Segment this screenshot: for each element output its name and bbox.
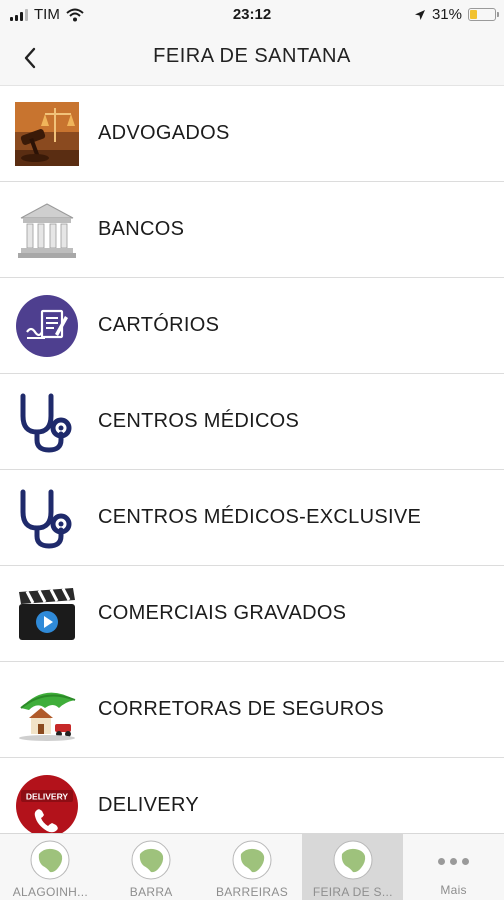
more-dots-icon <box>438 852 470 870</box>
list-item-label: CENTROS MÉDICOS <box>98 410 300 432</box>
brazil-map-icon <box>30 840 70 880</box>
insurance-umbrella-house-icon <box>15 678 79 742</box>
tab-barreiras[interactable]: BARREIRAS <box>202 834 303 900</box>
list-item-bancos[interactable]: BANCOS <box>0 182 504 278</box>
list-item-label: ADVOGADOS <box>98 122 230 144</box>
list-item-label: BANCOS <box>98 218 185 240</box>
tab-feira-de-santana[interactable]: FEIRA DE S... <box>302 834 404 900</box>
list-item-advogados[interactable]: ADVOGADOS <box>0 86 504 182</box>
brazil-map-icon <box>333 840 373 880</box>
list-item-corretoras-de-seguros[interactable]: CORRETORAS DE SEGUROS <box>0 662 504 758</box>
brazil-map-icon <box>232 840 272 880</box>
tab-label: Mais <box>440 883 467 897</box>
list-item-comerciais-gravados[interactable]: COMERCIAIS GRAVADOS <box>0 566 504 662</box>
tab-bar: ALAGOINH... BARRA BARREIRAS FEIRA DE S..… <box>0 833 504 900</box>
list-item-label: CENTROS MÉDICOS-EXCLUSIVE <box>98 506 422 528</box>
notary-document-icon <box>15 294 79 358</box>
list-item-cartorios[interactable]: CARTÓRIOS <box>0 278 504 374</box>
tab-alagoinhas[interactable]: ALAGOINH... <box>0 834 101 900</box>
battery-fill <box>470 10 478 19</box>
list-item-centros-medicos[interactable]: CENTROS MÉDICOS <box>0 374 504 470</box>
tab-mais[interactable]: Mais <box>403 834 504 900</box>
tab-barra[interactable]: BARRA <box>101 834 202 900</box>
tab-label: BARRA <box>129 885 173 899</box>
battery-percent: 31% <box>431 6 462 23</box>
delivery-badge-text: DELIVERY <box>26 792 69 802</box>
stethoscope-icon <box>15 486 79 550</box>
list-item-label: CORRETORAS DE SEGUROS <box>98 698 384 720</box>
list-item-label: CARTÓRIOS <box>98 314 220 336</box>
status-right: 31% <box>414 6 499 23</box>
delivery-phone-icon: DELIVERY <box>15 774 79 833</box>
tab-label: FEIRA DE S... <box>312 885 393 899</box>
bank-building-icon <box>15 198 79 262</box>
list-item-centros-medicos-exclusive[interactable]: CENTROS MÉDICOS-EXCLUSIVE <box>0 470 504 566</box>
clapperboard-play-icon <box>15 582 79 646</box>
app-screen: TIM 23:12 31% FEIRA DE SANTANA ADVOGADOS… <box>0 0 504 900</box>
brazil-map-icon <box>131 840 171 880</box>
list-item-label: COMERCIAIS GRAVADOS <box>98 602 347 624</box>
navigation-bar: FEIRA DE SANTANA <box>0 30 504 86</box>
list-item-delivery[interactable]: DELIVERY DELIVERY <box>0 758 504 833</box>
stethoscope-icon <box>15 390 79 454</box>
location-arrow-icon <box>414 9 425 20</box>
status-bar: TIM 23:12 31% <box>0 0 504 30</box>
list-item-label: DELIVERY <box>98 794 199 816</box>
page-title: FEIRA DE SANTANA <box>153 45 351 67</box>
tab-label: ALAGOINH... <box>12 885 89 899</box>
category-list: ADVOGADOS BANCOS CARTÓRIOS CENTROS MÉDIC… <box>0 86 504 833</box>
tab-label: BARREIRAS <box>215 885 289 899</box>
gavel-scales-icon <box>15 102 79 166</box>
battery-icon <box>468 8 499 21</box>
